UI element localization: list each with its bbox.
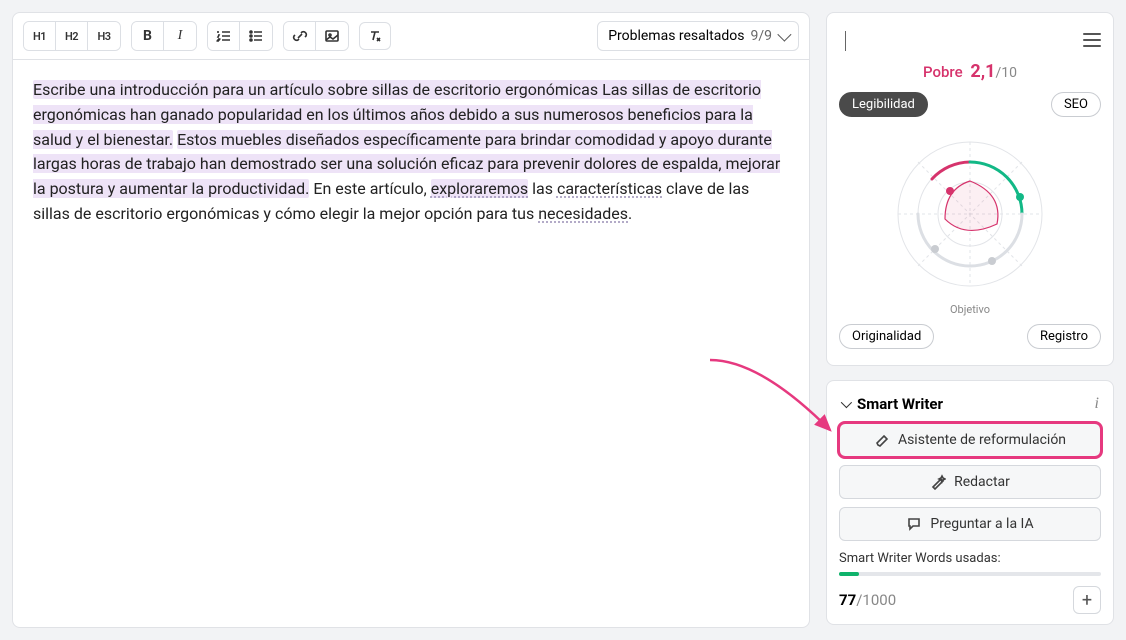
chevron-down-icon (841, 397, 852, 408)
radar-chart (839, 125, 1101, 301)
clear-format-button[interactable] (359, 22, 391, 50)
problems-count: 9/9 (750, 28, 772, 44)
usage-label: Smart Writer Words usadas: (839, 551, 1101, 566)
unordered-list-button[interactable] (240, 22, 272, 50)
magic-icon (930, 474, 946, 490)
chip-seo[interactable]: SEO (1051, 92, 1101, 117)
sidebar: Pobre 2,1/10 Legibilidad SEO (826, 12, 1114, 628)
ask-ai-button[interactable]: Preguntar a la IA (839, 507, 1101, 541)
smart-writer-card: Smart Writer i Asistente de reformulació… (826, 380, 1114, 625)
highlighted-word[interactable]: exploraremos (431, 179, 528, 198)
h3-button[interactable]: H3 (88, 22, 120, 50)
ordered-list-icon (216, 28, 232, 44)
usage-bar (839, 572, 1101, 576)
add-words-button[interactable]: + (1073, 586, 1101, 614)
score-card: Pobre 2,1/10 Legibilidad SEO (826, 12, 1114, 366)
score-value: 2,1 (970, 61, 995, 82)
image-icon (324, 28, 340, 44)
chevron-down-icon (777, 28, 791, 42)
chat-icon (906, 516, 922, 532)
ordered-list-button[interactable] (208, 22, 240, 50)
chip-readability[interactable]: Legibilidad (839, 92, 928, 117)
image-button[interactable] (316, 22, 348, 50)
problems-dropdown[interactable]: Problemas resaltados 9/9 (597, 21, 799, 51)
flagged-word[interactable]: necesidades (538, 204, 628, 223)
chevron-left-icon (845, 31, 846, 51)
list-group (207, 21, 273, 51)
smart-writer-header[interactable]: Smart Writer i (839, 391, 1101, 423)
insert-group (283, 21, 349, 51)
usage-bar-fill (839, 572, 859, 576)
score-max: /10 (995, 65, 1017, 81)
collapse-button[interactable] (839, 25, 852, 56)
heading-group: H1 H2 H3 (23, 21, 121, 51)
editor-panel: H1 H2 H3 B I Pro (12, 12, 810, 628)
bold-button[interactable]: B (132, 22, 164, 50)
edit-icon (874, 432, 890, 448)
menu-button[interactable] (1083, 33, 1101, 47)
compose-button[interactable]: Redactar (839, 465, 1101, 499)
info-icon[interactable]: i (1095, 395, 1099, 413)
editor-body[interactable]: Escribe una introducción para un artícul… (13, 60, 809, 245)
radar-svg (885, 129, 1055, 299)
flagged-word[interactable]: características (557, 179, 662, 198)
h1-button[interactable]: H1 (24, 22, 56, 50)
score-line: Pobre 2,1/10 (839, 61, 1101, 82)
reword-assistant-button[interactable]: Asistente de reformulación (839, 423, 1101, 457)
h2-button[interactable]: H2 (56, 22, 88, 50)
link-button[interactable] (284, 22, 316, 50)
usage-numbers: 77/1000 (839, 591, 896, 609)
unordered-list-icon (248, 28, 264, 44)
problems-label: Problemas resaltados (608, 28, 744, 44)
radar-caption: Objetivo (839, 303, 1101, 316)
clear-format-icon (367, 28, 383, 44)
smart-writer-title: Smart Writer (857, 395, 1087, 413)
format-group: B I (131, 21, 197, 51)
italic-button[interactable]: I (164, 22, 196, 50)
chip-originality[interactable]: Originalidad (839, 324, 934, 349)
link-icon (292, 28, 308, 44)
chip-register[interactable]: Registro (1027, 324, 1101, 349)
editor-toolbar: H1 H2 H3 B I Pro (13, 13, 809, 60)
score-label: Pobre (923, 63, 963, 81)
